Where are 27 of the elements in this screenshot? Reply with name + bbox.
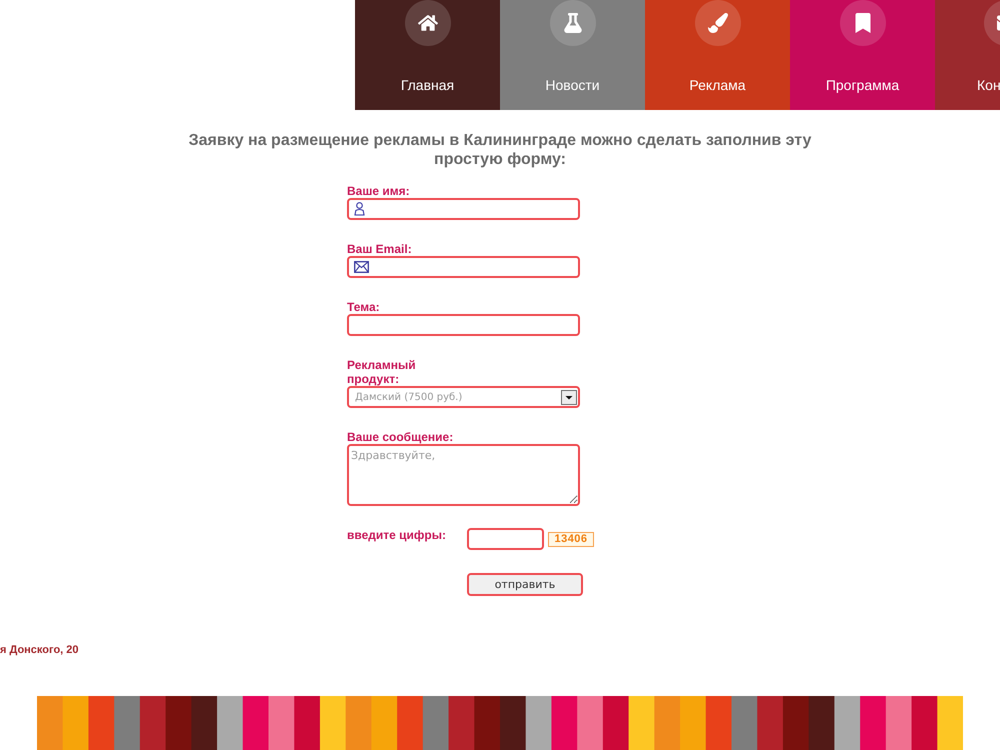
name-input[interactable] xyxy=(347,198,580,220)
nav-tab[interactable]: Программа xyxy=(790,0,935,110)
submit-button[interactable]: отправить xyxy=(467,573,583,596)
address-text: я Донского, 20 xyxy=(0,644,79,657)
field-label: Ваше имя: xyxy=(347,184,411,198)
field-label: Ваше сообщение: xyxy=(347,430,454,444)
bookmark-icon xyxy=(840,0,886,46)
message-field[interactable]: Здравствуйте, xyxy=(347,444,580,506)
envelope-icon xyxy=(984,0,1000,46)
paintbrush-icon xyxy=(694,0,740,46)
nav-tab[interactable]: Новости xyxy=(500,0,645,110)
envelope-icon xyxy=(354,261,369,273)
input-field[interactable] xyxy=(347,314,580,336)
captcha-code: 13406 xyxy=(548,532,594,547)
captcha-input[interactable] xyxy=(467,528,544,550)
flask-icon xyxy=(550,0,596,46)
field-label: Рекламный продукт: xyxy=(347,358,417,386)
field-label: введите цифры: xyxy=(347,528,447,542)
field-label: Тема: xyxy=(347,300,381,314)
person-icon xyxy=(354,202,365,216)
field-label: Ваш Email: xyxy=(347,242,413,256)
email-input[interactable] xyxy=(347,256,580,278)
nav-tab[interactable]: Реклама xyxy=(645,0,790,110)
home-icon xyxy=(404,0,450,46)
nav-tab[interactable]: Кон xyxy=(935,0,1000,110)
form-heading: Заявку на размещение рекламы в Калининграде можно сделать заполнив эту простую форму: xyxy=(188,131,812,169)
nav-tab[interactable]: Главная xyxy=(355,0,500,110)
